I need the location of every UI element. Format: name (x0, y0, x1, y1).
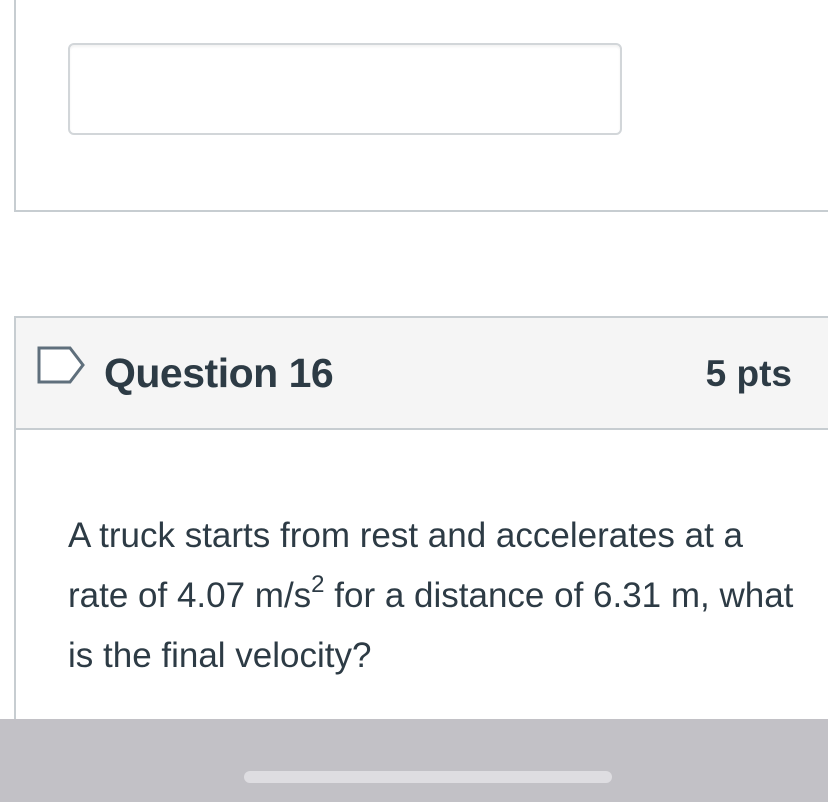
quiz-page: Question 16 5 pts A truck starts from re… (0, 0, 828, 802)
question-title: Question 16 (104, 350, 334, 396)
question-text: A truck starts from rest and accelerates… (68, 506, 798, 686)
system-bottom-bar (0, 719, 828, 802)
flag-outline-icon[interactable] (36, 345, 88, 385)
previous-question-card (14, 0, 828, 212)
question-points: 5 pts (705, 353, 792, 394)
question-header: Question 16 5 pts (16, 318, 828, 430)
answer-input[interactable] (68, 43, 622, 135)
question-text-superscript: 2 (311, 571, 325, 599)
home-indicator[interactable] (244, 771, 612, 783)
